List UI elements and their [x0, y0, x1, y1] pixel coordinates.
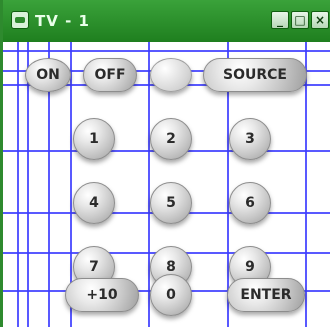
enter-button[interactable]: ENTER: [227, 278, 305, 312]
close-button[interactable]: ×: [311, 11, 329, 29]
remote-panel: ON OFF SOURCE 1 2 3 4 5 6 7 8 9 +10 0 EN…: [3, 42, 330, 327]
plus10-button[interactable]: +10: [65, 278, 139, 312]
grid-line-horizontal: [3, 50, 330, 52]
digit-0-button[interactable]: 0: [150, 274, 192, 316]
digit-3-label: 3: [245, 131, 255, 147]
maximize-icon: □: [294, 13, 306, 27]
digit-1-button[interactable]: 1: [73, 118, 115, 160]
digit-6-label: 6: [245, 195, 255, 211]
close-icon: ×: [314, 13, 326, 27]
digit-4-button[interactable]: 4: [73, 182, 115, 224]
off-label: OFF: [94, 67, 126, 83]
window-title: TV - 1: [35, 12, 90, 30]
digit-1-label: 1: [89, 131, 99, 147]
digit-2-label: 2: [166, 131, 176, 147]
on-button[interactable]: ON: [25, 58, 71, 92]
digit-5-button[interactable]: 5: [150, 182, 192, 224]
tv-remote-window: TV - 1 _ □ × ON OFF SOURCE 1 2 3 4 5 6 7…: [0, 0, 330, 327]
digit-0-label: 0: [166, 287, 176, 303]
blank-button[interactable]: [150, 58, 192, 92]
digit-4-label: 4: [89, 195, 99, 211]
blank-label: [151, 59, 191, 91]
digit-5-label: 5: [166, 195, 176, 211]
off-button[interactable]: OFF: [83, 58, 137, 92]
tv-icon: [11, 11, 29, 29]
digit-2-button[interactable]: 2: [150, 118, 192, 160]
digit-3-button[interactable]: 3: [229, 118, 271, 160]
plus10-label: +10: [86, 287, 118, 303]
grid-line-vertical: [148, 42, 150, 327]
title-bar[interactable]: TV - 1 _ □ ×: [3, 0, 330, 42]
source-button[interactable]: SOURCE: [203, 58, 307, 92]
maximize-button[interactable]: □: [291, 11, 309, 29]
on-label: ON: [36, 67, 60, 83]
minimize-button[interactable]: _: [271, 11, 289, 29]
enter-label: ENTER: [240, 287, 292, 303]
digit-6-button[interactable]: 6: [229, 182, 271, 224]
source-label: SOURCE: [223, 67, 287, 83]
minimize-icon: _: [277, 13, 283, 27]
grid-line-vertical: [17, 42, 19, 327]
